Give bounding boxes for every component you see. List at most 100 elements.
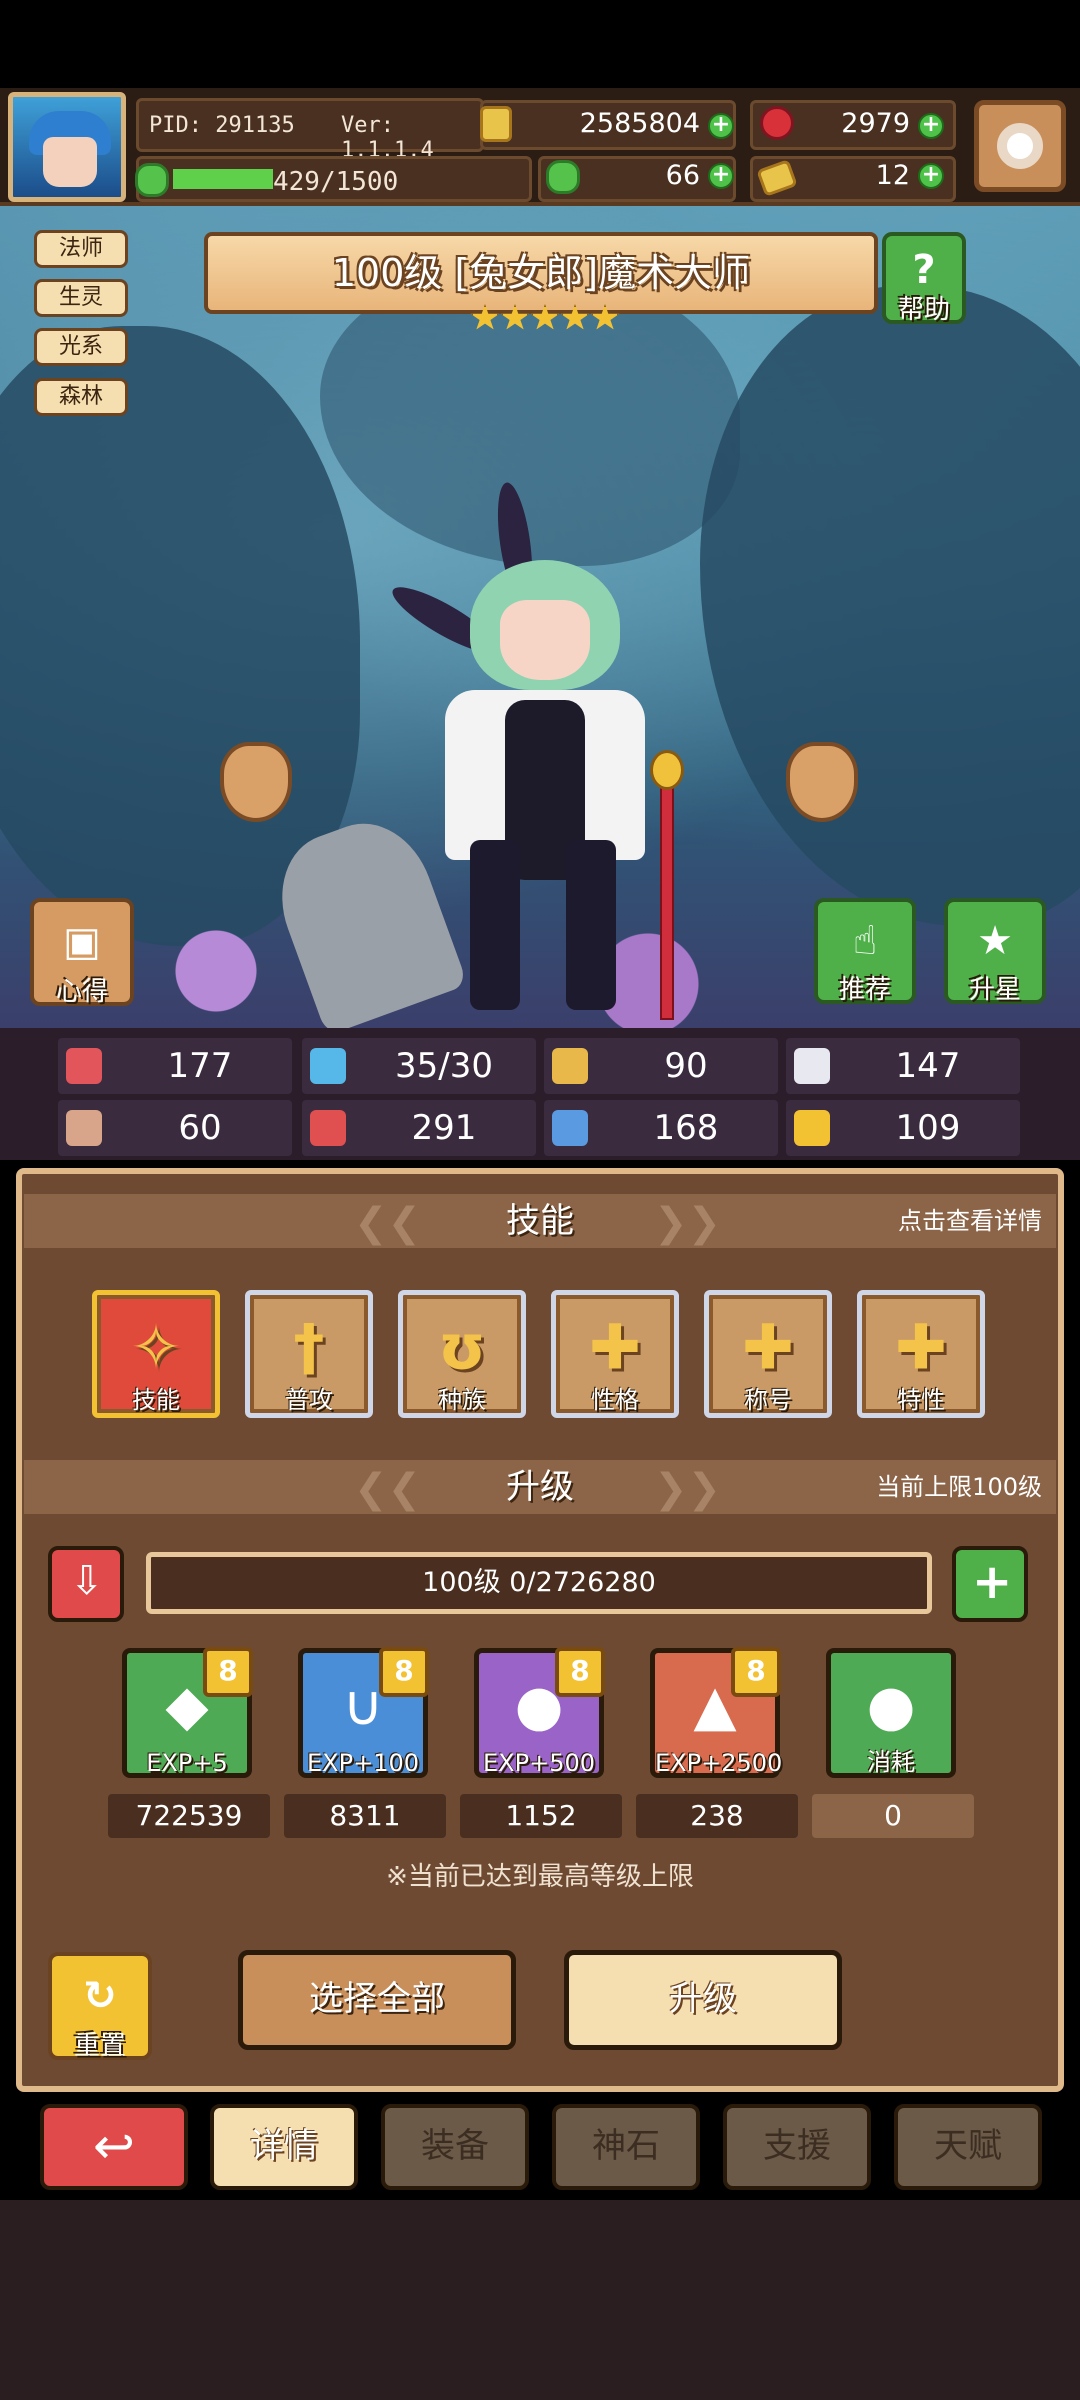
tab-1[interactable]: 详情 — [210, 2104, 358, 2190]
keys-value: 12 — [875, 160, 910, 191]
rating-star-icon — [590, 304, 620, 330]
pid-text: PID: 291135 — [149, 113, 295, 138]
item-badge: 8 — [731, 1647, 781, 1697]
skill-slot-6[interactable]: ✚ 特性 — [857, 1290, 985, 1418]
cup-icon: ▣ — [63, 919, 101, 965]
select-all-button[interactable]: 选择全部 — [238, 1950, 516, 2050]
wing-icon — [794, 1048, 830, 1084]
stat-value: 60 — [178, 1108, 222, 1148]
tab-3[interactable]: 神石 — [552, 2104, 700, 2190]
exp-item-4[interactable]: ▲ EXP+2500 8 — [650, 1647, 782, 1778]
refresh-icon: ↻ — [83, 1973, 117, 2019]
right-arrow-icon[interactable] — [786, 742, 858, 822]
stamina-text: 429/1500 — [273, 167, 399, 197]
stat-boot: 168 — [544, 1100, 778, 1156]
stamina-icon — [135, 163, 169, 197]
max-level-note: ※当前已达到最高等级上限 — [386, 1862, 694, 1892]
skill-label: 性格 — [591, 1386, 639, 1414]
stat-wing: 147 — [786, 1038, 1020, 1094]
help-label: 帮助 — [897, 295, 950, 325]
rating-star-icon — [560, 304, 590, 330]
stamina-fill — [173, 169, 273, 189]
skill-icon: ✚ — [742, 1310, 794, 1384]
tab-5[interactable]: 天赋 — [894, 2104, 1042, 2190]
reset-button[interactable]: ↻ 重置 — [48, 1952, 152, 2061]
book-icon — [310, 1110, 346, 1146]
gold-coin-icon — [480, 106, 512, 142]
exp-item-5[interactable]: ● 消耗 — [826, 1648, 956, 1778]
keys-add-button[interactable]: + — [918, 163, 944, 189]
skill-icon: † — [293, 1310, 325, 1384]
level-progress-bar: 100级 0/2726280 — [146, 1552, 932, 1614]
tag-element: 光系 — [34, 328, 128, 366]
exp-item-count: 238 — [636, 1794, 798, 1838]
ruby-gem-icon — [760, 106, 794, 140]
plus-icon: + — [972, 1554, 1013, 1610]
exp-item-2[interactable]: ∪ EXP+100 8 — [298, 1647, 429, 1778]
clover-value: 66 — [665, 160, 700, 191]
character-leg-left — [470, 840, 520, 1010]
skills-hint[interactable]: 点击查看详情 — [898, 1194, 1042, 1248]
left-arrow-icon[interactable] — [220, 742, 292, 822]
download-arrow-icon: ⇩ — [70, 1558, 104, 1604]
skill-icon: ✧ — [130, 1310, 182, 1384]
clover-add-button[interactable]: + — [708, 163, 734, 189]
tag-region: 森林 — [34, 378, 128, 416]
clover-icon — [546, 160, 580, 194]
tab-4[interactable]: 支援 — [723, 2104, 871, 2190]
stat-value: 147 — [895, 1046, 961, 1086]
skill-slot-2[interactable]: † 普攻 — [245, 1290, 373, 1418]
character-leg-right — [566, 840, 616, 1010]
skill-slot-1[interactable]: ✧ 技能 — [92, 1290, 220, 1418]
gold-add-button[interactable]: + — [708, 113, 734, 139]
pid-box: PID: 291135 Ver: 1.1.1.4 — [136, 98, 484, 163]
player-avatar[interactable] — [8, 92, 126, 202]
skill-slot-5[interactable]: ✚ 称号 — [704, 1290, 832, 1418]
help-button[interactable]: ? 帮助 — [882, 232, 966, 325]
gear-center — [997, 123, 1043, 169]
item-badge: 8 — [203, 1647, 253, 1697]
star-icon: ★ — [977, 918, 1013, 965]
tag-class: 法师 — [34, 230, 128, 268]
exp-item-count: 0 — [812, 1794, 974, 1838]
exp-item-3[interactable]: ● EXP+500 8 — [474, 1647, 605, 1778]
skill-icon: ʊ — [438, 1310, 486, 1384]
tips-button[interactable]: ▣ 心得 — [30, 898, 134, 1007]
upgrade-star-label: 升星 — [968, 975, 1021, 1005]
gems-add-button[interactable]: + — [918, 113, 944, 139]
exp-item-label: EXP+500 — [483, 1749, 595, 1777]
stat-value: 177 — [167, 1046, 233, 1086]
stat-heart: 177 — [58, 1038, 292, 1094]
stat-value: 35/30 — [395, 1046, 493, 1086]
fist-icon — [66, 1110, 102, 1146]
exp-item-1[interactable]: ◆ EXP+5 8 — [122, 1647, 253, 1778]
skill-label: 技能 — [132, 1386, 180, 1414]
skill-slot-3[interactable]: ʊ 种族 — [398, 1290, 526, 1418]
upgrade-star-button[interactable]: ★ 升星 — [944, 898, 1046, 1005]
tag-race: 生灵 — [34, 279, 128, 317]
settings-gear-icon[interactable] — [974, 100, 1066, 192]
exp-item-count: 8311 — [284, 1794, 446, 1838]
exp-item-label: 消耗 — [867, 1748, 915, 1776]
skill-slot-4[interactable]: ✚ 性格 — [551, 1290, 679, 1418]
back-arrow-icon: ↩ — [93, 2117, 135, 2175]
tab-2[interactable]: 装备 — [381, 2104, 529, 2190]
rating-star-icon — [500, 304, 530, 330]
heart-icon — [66, 1048, 102, 1084]
level-header: ❮❮ ❯❯ 升级 当前上限100级 — [24, 1460, 1056, 1514]
recommend-label: 推荐 — [838, 975, 891, 1005]
tips-label: 心得 — [55, 977, 108, 1007]
back-button[interactable]: ↩ — [40, 2104, 188, 2190]
rating-star-icon — [470, 304, 500, 330]
item-badge: 8 — [379, 1647, 429, 1697]
recommend-button[interactable]: ☝ 推荐 — [814, 898, 916, 1005]
mana-drop-icon — [310, 1048, 346, 1084]
increase-level-button[interactable]: + — [952, 1546, 1028, 1622]
level-up-button[interactable]: 升级 — [564, 1950, 842, 2050]
skill-icon: ✚ — [895, 1310, 947, 1384]
stat-value: 90 — [664, 1046, 708, 1086]
level-progress-text: 100级 0/2726280 — [422, 1567, 656, 1598]
stamina-bar: 429/1500 — [135, 156, 532, 202]
skill-label: 特性 — [897, 1386, 945, 1414]
decrease-level-button[interactable]: ⇩ — [48, 1546, 124, 1622]
